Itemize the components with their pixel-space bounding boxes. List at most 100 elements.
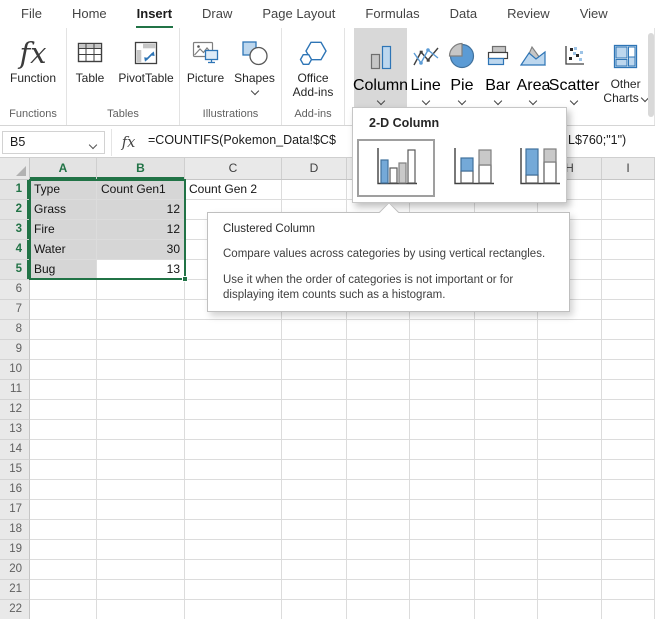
cell-D20[interactable] xyxy=(282,560,347,580)
cell-I1[interactable] xyxy=(602,180,655,200)
cell-H19[interactable] xyxy=(538,540,602,560)
row-header-20[interactable]: 20 xyxy=(0,560,30,580)
office-addins-button[interactable]: OfficeAdd-ins xyxy=(283,28,343,107)
cell-I13[interactable] xyxy=(602,420,655,440)
cell-E9[interactable] xyxy=(347,340,410,360)
cell-G16[interactable] xyxy=(475,480,538,500)
cell-D13[interactable] xyxy=(282,420,347,440)
cell-E15[interactable] xyxy=(347,460,410,480)
cell-E19[interactable] xyxy=(347,540,410,560)
cell-E8[interactable] xyxy=(347,320,410,340)
cell-B6[interactable] xyxy=(97,280,185,300)
cell-B13[interactable] xyxy=(97,420,185,440)
cell-E20[interactable] xyxy=(347,560,410,580)
cell-I21[interactable] xyxy=(602,580,655,600)
cell-A20[interactable] xyxy=(30,560,97,580)
stacked-column-option[interactable] xyxy=(445,140,501,196)
cell-E17[interactable] xyxy=(347,500,410,520)
cell-E16[interactable] xyxy=(347,480,410,500)
cell-H13[interactable] xyxy=(538,420,602,440)
row-header-6[interactable]: 6 xyxy=(0,280,30,300)
cell-E13[interactable] xyxy=(347,420,410,440)
cell-I10[interactable] xyxy=(602,360,655,380)
row-header-1[interactable]: 1 xyxy=(0,180,30,200)
insert-pie-chart-button[interactable]: Pie xyxy=(444,28,479,107)
insert-pivottable-button[interactable]: PivotTable xyxy=(113,28,179,107)
cell-I9[interactable] xyxy=(602,340,655,360)
cell-C1[interactable]: Count Gen 2 xyxy=(185,180,282,200)
cell-A7[interactable] xyxy=(30,300,97,320)
cell-F9[interactable] xyxy=(410,340,475,360)
cell-G18[interactable] xyxy=(475,520,538,540)
tab-page-layout[interactable]: Page Layout xyxy=(247,0,350,28)
cell-I19[interactable] xyxy=(602,540,655,560)
cell-A21[interactable] xyxy=(30,580,97,600)
cell-B22[interactable] xyxy=(97,600,185,619)
cell-F17[interactable] xyxy=(410,500,475,520)
cell-E12[interactable] xyxy=(347,400,410,420)
cell-A10[interactable] xyxy=(30,360,97,380)
cell-A14[interactable] xyxy=(30,440,97,460)
cell-E14[interactable] xyxy=(347,440,410,460)
cell-G12[interactable] xyxy=(475,400,538,420)
cell-H16[interactable] xyxy=(538,480,602,500)
cell-A19[interactable] xyxy=(30,540,97,560)
cell-F16[interactable] xyxy=(410,480,475,500)
stacked-100-column-option[interactable] xyxy=(511,140,567,196)
cell-I6[interactable] xyxy=(602,280,655,300)
cell-F12[interactable] xyxy=(410,400,475,420)
row-header-21[interactable]: 21 xyxy=(0,580,30,600)
cell-I11[interactable] xyxy=(602,380,655,400)
cell-G14[interactable] xyxy=(475,440,538,460)
cell-D21[interactable] xyxy=(282,580,347,600)
insert-line-chart-button[interactable]: Line xyxy=(407,28,444,107)
cell-C15[interactable] xyxy=(185,460,282,480)
cell-I4[interactable] xyxy=(602,240,655,260)
cell-G21[interactable] xyxy=(475,580,538,600)
insert-bar-chart-button[interactable]: Bar xyxy=(480,28,516,107)
cell-C20[interactable] xyxy=(185,560,282,580)
cell-C14[interactable] xyxy=(185,440,282,460)
cell-A16[interactable] xyxy=(30,480,97,500)
cell-G20[interactable] xyxy=(475,560,538,580)
insert-area-chart-button[interactable]: Area xyxy=(516,28,551,107)
cell-D14[interactable] xyxy=(282,440,347,460)
cell-B14[interactable] xyxy=(97,440,185,460)
cell-B21[interactable] xyxy=(97,580,185,600)
cell-F10[interactable] xyxy=(410,360,475,380)
cell-B15[interactable] xyxy=(97,460,185,480)
cell-B12[interactable] xyxy=(97,400,185,420)
cell-A17[interactable] xyxy=(30,500,97,520)
cell-C9[interactable] xyxy=(185,340,282,360)
cell-D8[interactable] xyxy=(282,320,347,340)
cell-F14[interactable] xyxy=(410,440,475,460)
row-header-17[interactable]: 17 xyxy=(0,500,30,520)
cell-E10[interactable] xyxy=(347,360,410,380)
cell-D9[interactable] xyxy=(282,340,347,360)
cell-H15[interactable] xyxy=(538,460,602,480)
row-header-8[interactable]: 8 xyxy=(0,320,30,340)
insert-picture-button[interactable]: Picture xyxy=(182,28,230,107)
col-header-C[interactable]: C xyxy=(185,158,282,179)
cell-E18[interactable] xyxy=(347,520,410,540)
tab-home[interactable]: Home xyxy=(57,0,122,28)
cell-D15[interactable] xyxy=(282,460,347,480)
cell-B2[interactable]: 12 xyxy=(97,200,185,220)
cell-H22[interactable] xyxy=(538,600,602,619)
clustered-column-option[interactable] xyxy=(357,139,435,197)
cell-D17[interactable] xyxy=(282,500,347,520)
cell-C17[interactable] xyxy=(185,500,282,520)
cell-F11[interactable] xyxy=(410,380,475,400)
cell-G22[interactable] xyxy=(475,600,538,619)
cell-F8[interactable] xyxy=(410,320,475,340)
cell-B8[interactable] xyxy=(97,320,185,340)
row-header-19[interactable]: 19 xyxy=(0,540,30,560)
cell-C12[interactable] xyxy=(185,400,282,420)
cell-B17[interactable] xyxy=(97,500,185,520)
cell-I20[interactable] xyxy=(602,560,655,580)
cell-H12[interactable] xyxy=(538,400,602,420)
cell-I16[interactable] xyxy=(602,480,655,500)
cell-G19[interactable] xyxy=(475,540,538,560)
insert-column-chart-button[interactable]: Column xyxy=(354,28,407,107)
row-header-7[interactable]: 7 xyxy=(0,300,30,320)
